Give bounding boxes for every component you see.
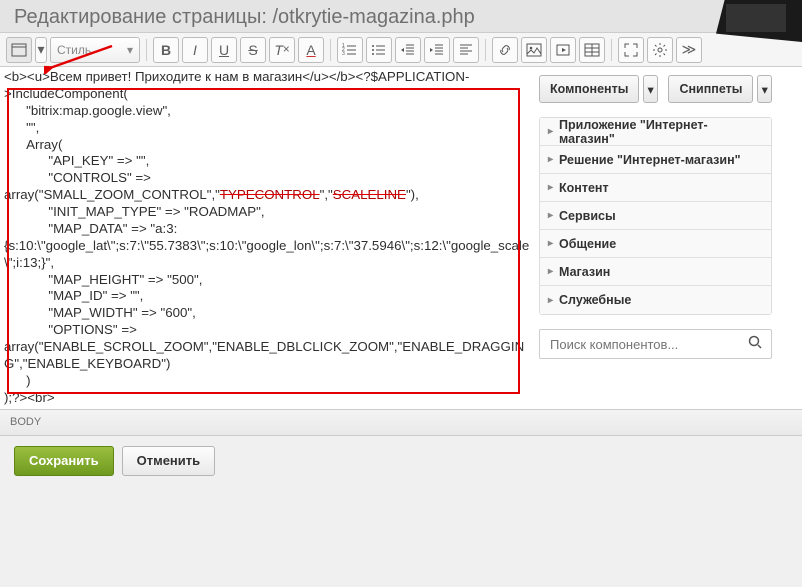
editor-toolbar: ▾ Стиль ▾ B I U S T× A 123 ≫ — [0, 33, 802, 67]
style-select-label: Стиль — [57, 43, 91, 57]
acc-item-solution-shop[interactable]: ▸Решение "Интернет-магазин" — [540, 146, 771, 174]
status-bar: BODY — [0, 409, 802, 435]
components-accordion: ▸Приложение "Интернет-магазин" ▸Решение … — [539, 117, 772, 315]
footer-buttons: Сохранить Отменить — [0, 436, 802, 486]
caret-right-icon: ▸ — [548, 238, 553, 249]
clear-format-button[interactable]: T× — [269, 37, 295, 63]
search-icon[interactable] — [747, 334, 763, 355]
acc-item-content[interactable]: ▸Контент — [540, 174, 771, 202]
video-button[interactable] — [550, 37, 576, 63]
snippets-dropdown[interactable]: ▾ — [757, 75, 772, 103]
align-button[interactable] — [453, 37, 479, 63]
unordered-list-button[interactable] — [366, 37, 392, 63]
acc-item-utility[interactable]: ▸Служебные — [540, 286, 771, 314]
ordered-list-button[interactable]: 123 — [337, 37, 363, 63]
acc-item-communication[interactable]: ▸Общение — [540, 230, 771, 258]
caret-right-icon: ▸ — [548, 154, 553, 165]
caret-right-icon: ▸ — [548, 295, 553, 306]
cancel-button[interactable]: Отменить — [122, 446, 216, 476]
acc-item-services[interactable]: ▸Сервисы — [540, 202, 771, 230]
side-panel: Компоненты ▾ Сниппеты ▾ ▸Приложение "Инт… — [535, 67, 780, 409]
source-mode-dropdown[interactable]: ▾ — [35, 37, 47, 63]
image-button[interactable] — [521, 37, 547, 63]
caret-right-icon: ▸ — [548, 182, 553, 193]
settings-button[interactable] — [647, 37, 673, 63]
source-mode-button[interactable] — [6, 37, 32, 63]
style-select[interactable]: Стиль ▾ — [50, 37, 140, 63]
code-editor[interactable]: <b><u>Всем привет! Приходите к нам в маг… — [0, 67, 535, 409]
svg-text:3: 3 — [342, 51, 345, 57]
code-text: <b><u>Всем привет! Приходите к нам в маг… — [4, 69, 531, 407]
status-body-tag[interactable]: BODY — [10, 416, 41, 428]
snippets-button[interactable]: Сниппеты — [668, 75, 753, 103]
strike-button[interactable]: S — [240, 37, 266, 63]
acc-item-app-shop[interactable]: ▸Приложение "Интернет-магазин" — [540, 118, 771, 146]
caret-right-icon: ▸ — [548, 126, 553, 137]
component-search[interactable] — [539, 329, 772, 359]
save-button[interactable]: Сохранить — [14, 446, 114, 476]
italic-button[interactable]: I — [182, 37, 208, 63]
component-search-input[interactable] — [548, 336, 747, 353]
text-color-button[interactable]: A — [298, 37, 324, 63]
caret-right-icon: ▸ — [548, 266, 553, 277]
caret-right-icon: ▸ — [548, 210, 553, 221]
chevron-down-icon: ▾ — [127, 43, 133, 57]
bold-button[interactable]: B — [153, 37, 179, 63]
link-button[interactable] — [492, 37, 518, 63]
more-button[interactable]: ≫ — [676, 37, 702, 63]
underline-button[interactable]: U — [211, 37, 237, 63]
page-title: Редактирование страницы: /otkrytie-magaz… — [0, 0, 802, 33]
components-button[interactable]: Компоненты — [539, 75, 639, 103]
outdent-button[interactable] — [395, 37, 421, 63]
table-button[interactable] — [579, 37, 605, 63]
fullscreen-button[interactable] — [618, 37, 644, 63]
indent-button[interactable] — [424, 37, 450, 63]
acc-item-shop[interactable]: ▸Магазин — [540, 258, 771, 286]
components-dropdown[interactable]: ▾ — [643, 75, 658, 103]
